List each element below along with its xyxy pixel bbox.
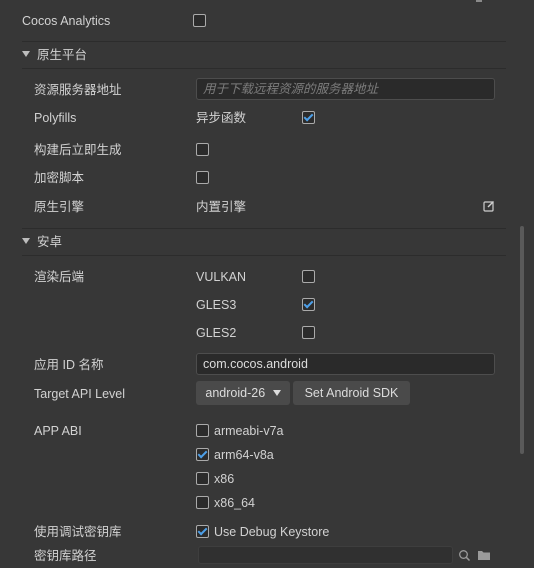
abi-arm64-label: arm64-v8a: [214, 448, 274, 462]
debug-keystore-label: 使用调试密钥库: [34, 525, 122, 539]
cocos-analytics-label: Cocos Analytics: [22, 14, 111, 28]
native-engine-value: 内置引擎: [196, 200, 247, 214]
build-immediately-label: 构建后立即生成: [34, 143, 122, 157]
target-api-label: Target API Level: [34, 387, 126, 401]
section-android-title: 安卓: [37, 235, 63, 249]
polyfills-label: Polyfills: [34, 111, 77, 125]
abi-x86_64-label: x86_64: [214, 496, 256, 510]
keystore-path-label: 密钥库路径: [34, 549, 97, 563]
cocos-analytics-checkbox[interactable]: [193, 14, 206, 27]
divider: [22, 255, 506, 256]
use-debug-keystore-checkbox[interactable]: [196, 525, 209, 538]
set-android-sdk-button[interactable]: Set Android SDK: [293, 381, 410, 405]
target-api-value: android-26: [205, 386, 266, 400]
resource-server-input[interactable]: 用于下载远程资源的服务器地址: [196, 78, 495, 100]
native-engine-label: 原生引擎: [34, 200, 85, 214]
scrollbar-thumb[interactable]: [520, 226, 524, 454]
dropdown-arrow-icon: [272, 390, 281, 396]
collapse-triangle-icon: [22, 51, 30, 57]
section-android[interactable]: 安卓: [22, 234, 62, 250]
app-id-label: 应用 ID 名称: [34, 358, 104, 372]
render-backend-label: 渲染后端: [34, 270, 85, 284]
abi-x86-label: x86: [214, 472, 235, 486]
divider: [22, 68, 506, 69]
collapse-triangle-icon: [22, 238, 30, 244]
abi-armeabi-label: armeabi-v7a: [214, 424, 284, 438]
backend-vulkan-checkbox[interactable]: [302, 270, 315, 283]
divider: [22, 41, 506, 42]
encrypt-scripts-checkbox[interactable]: [196, 171, 209, 184]
backend-gles3-label: GLES3: [196, 298, 237, 312]
backend-gles2-checkbox[interactable]: [302, 326, 315, 339]
use-debug-keystore-label: Use Debug Keystore: [214, 525, 330, 539]
abi-armeabi-checkbox[interactable]: [196, 424, 209, 437]
search-icon[interactable]: [458, 549, 471, 562]
abi-arm64-checkbox[interactable]: [196, 448, 209, 461]
section-native-platform[interactable]: 原生平台: [22, 47, 87, 63]
edit-icon[interactable]: [483, 200, 495, 212]
abi-x86-checkbox[interactable]: [196, 472, 209, 485]
scroll-marker: [476, 0, 482, 2]
abi-x86_64-checkbox[interactable]: [196, 496, 209, 509]
section-native-title: 原生平台: [37, 48, 88, 62]
resource-server-label: 资源服务器地址: [34, 83, 122, 97]
backend-vulkan-label: VULKAN: [196, 270, 247, 284]
target-api-select[interactable]: android-26: [196, 381, 290, 405]
divider: [22, 228, 506, 229]
encrypt-scripts-label: 加密脚本: [34, 171, 85, 185]
folder-icon[interactable]: [477, 549, 491, 561]
app-id-input[interactable]: com.cocos.android: [196, 353, 495, 375]
async-functions-checkbox[interactable]: [302, 111, 315, 124]
backend-gles2-label: GLES2: [196, 326, 237, 340]
async-functions-label: 异步函数: [196, 111, 247, 125]
app-abi-label: APP ABI: [34, 424, 82, 438]
build-immediately-checkbox[interactable]: [196, 143, 209, 156]
keystore-path-input[interactable]: [198, 546, 453, 564]
backend-gles3-checkbox[interactable]: [302, 298, 315, 311]
